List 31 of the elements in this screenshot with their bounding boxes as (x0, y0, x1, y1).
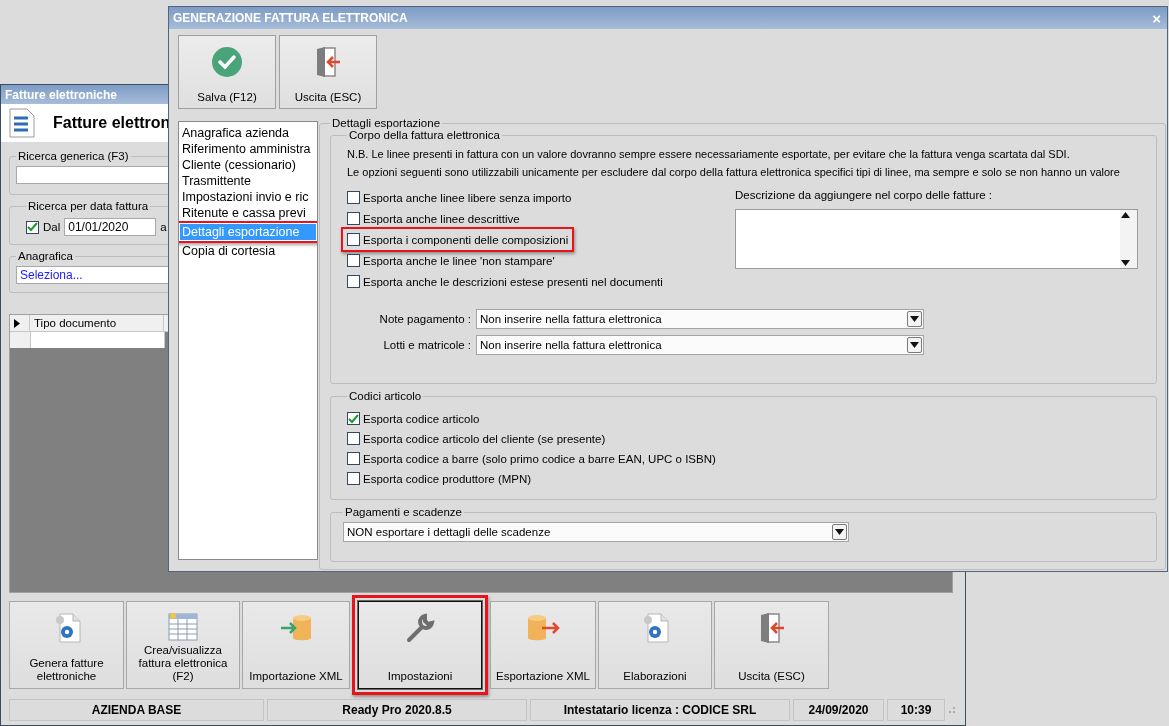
group-label: Dettagli esportazione (331, 117, 442, 129)
status-cell: 10:39 (887, 699, 945, 721)
checkbox-label: Dal (43, 221, 61, 233)
group-label: Ricerca per data fattura (27, 200, 150, 212)
checkbox-label: Esporta anche le descrizioni estese presenti nel documenti (363, 275, 663, 288)
window-title: GENERAZIONE FATTURA ELETTRONICA (173, 11, 408, 25)
status-cell: Ready Pro 2020.8.5 (267, 699, 527, 721)
note-text: Le opzioni seguenti sono utilizzabili unicamente per escludere dal corpo della fattura elettronica specifici tipi di linee, ma sempre e solo se non hanno un valore (347, 165, 1121, 180)
group-label: Anagrafica (17, 250, 74, 262)
status-cell: 24/09/2020 (793, 699, 884, 721)
window-title: Fatture elettroniche (5, 87, 118, 102)
group-label: Ricerca generica (F3) (17, 150, 130, 162)
field-label: a (160, 221, 167, 233)
checkbox-label: Esporta codice produttore (MPN) (363, 472, 532, 485)
checkbox-label: Esporta anche le linee 'non stampare' (363, 254, 555, 267)
group-label: Pagamenti e scadenze (344, 506, 463, 518)
field-label: Lotti e matricole : (382, 339, 471, 351)
checkbox-label: Esporta codice articolo del cliente (se presente) (363, 432, 606, 445)
status-cell: AZIENDA BASE (9, 699, 264, 721)
group-label: Codici articolo (348, 390, 423, 402)
status-cell: Intestatario licenza : CODICE SRL (530, 699, 790, 721)
page-title: Fatture elettron (53, 114, 171, 132)
checkbox-label: Esporta codice a barre (solo primo codice a barre EAN, UPC o ISBN) (363, 452, 716, 465)
checkbox-label: Esporta anche linee libere senza importo (363, 191, 572, 204)
field-label: Note pagamento : (378, 313, 471, 325)
checkbox-label: Esporta i componenti delle composizioni (363, 233, 569, 246)
checkbox-label: Esporta codice articolo (363, 412, 480, 425)
note-text: N.B. Le linee presenti in fattura con un valore dovranno sempre essere necessariamente esportate, per evitare che la fattura venga scartata dal SDI. (347, 147, 1071, 162)
group-label: Corpo della fattura elettronica (348, 129, 501, 141)
checkbox-label: Esporta anche linee descrittive (363, 212, 520, 225)
field-label: Descrizione da aggiungere nel corpo delle fatture : (735, 189, 992, 201)
